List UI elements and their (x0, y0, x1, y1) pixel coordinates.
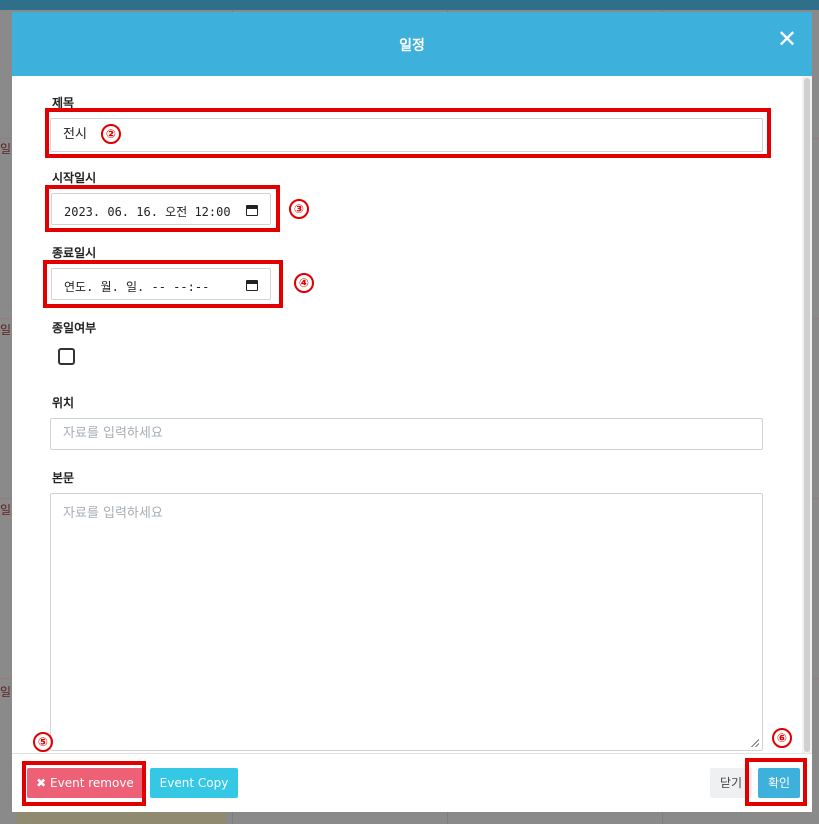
annotation-marker-4: ④ (294, 273, 314, 293)
calendar-icon[interactable] (246, 280, 258, 291)
start-datetime-value: 2023. 06. 16. 오전 12:00 (64, 205, 231, 219)
end-datetime-value: 연도. 월. 일. -- --:-- (64, 280, 210, 294)
location-label: 위치 (52, 396, 75, 410)
location-placeholder: 자료를 입력하세요 (63, 426, 163, 441)
annotation-marker-6: ⑥ (772, 728, 792, 748)
modal-title: 일정 (399, 38, 425, 54)
close-icon[interactable]: ✕ (776, 27, 798, 51)
body-placeholder: 자료를 입력하세요 (63, 506, 163, 521)
scrollbar[interactable] (802, 76, 812, 754)
title-label: 제목 (52, 96, 75, 110)
annotation-marker-2: ② (101, 124, 121, 144)
end-datetime-input[interactable]: 연도. 월. 일. -- --:-- (51, 268, 271, 300)
calendar-icon[interactable] (246, 205, 258, 216)
start-label: 시작일시 (52, 171, 97, 185)
body-label: 본문 (52, 471, 75, 485)
backdrop-day-label: 일 (0, 503, 12, 517)
backdrop-topbar (0, 0, 819, 10)
allday-checkbox[interactable] (58, 348, 75, 365)
event-copy-button[interactable]: Event Copy (150, 768, 238, 798)
close-button[interactable]: 닫기 (710, 768, 752, 798)
start-datetime-input[interactable]: 2023. 06. 16. 오전 12:00 (51, 193, 271, 225)
backdrop-day-label: 일 (0, 142, 12, 156)
title-value: 전시 (63, 127, 87, 142)
backdrop-day-label: 일 (0, 685, 12, 699)
body-textarea[interactable]: 자료를 입력하세요 (50, 493, 763, 751)
annotation-marker-5: ⑤ (33, 732, 53, 752)
modal-header: 일정 ✕ (12, 12, 812, 76)
end-label: 종료일시 (52, 246, 97, 260)
resize-grip-icon[interactable] (751, 739, 759, 747)
backdrop-event-bar (16, 812, 226, 824)
confirm-button[interactable]: 확인 (758, 768, 800, 798)
title-input[interactable]: 전시 (50, 118, 763, 152)
allday-label: 종일여부 (52, 321, 97, 335)
annotation-marker-3: ③ (289, 199, 309, 219)
event-remove-button[interactable]: ✖ Event remove (27, 768, 143, 798)
event-modal: 일정 ✕ 제목 전시 시작일시 2023. 06. 16. 오전 12:00 종… (12, 12, 812, 812)
modal-body: 제목 전시 시작일시 2023. 06. 16. 오전 12:00 종료일시 연… (12, 76, 802, 754)
backdrop-day-label: 일 (0, 323, 12, 337)
modal-footer: ✖ Event remove Event Copy 닫기 확인 (12, 753, 812, 812)
location-input[interactable]: 자료를 입력하세요 (50, 418, 763, 450)
scrollbar-thumb[interactable] (804, 78, 810, 752)
